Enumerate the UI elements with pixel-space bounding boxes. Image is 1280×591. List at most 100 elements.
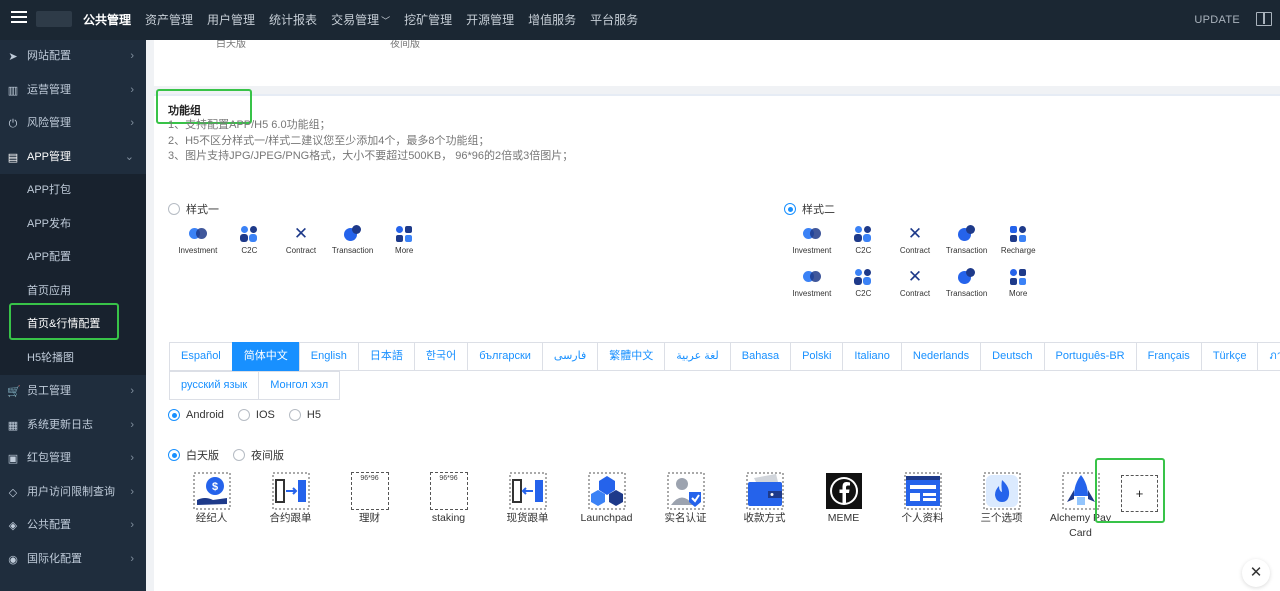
broker-icon[interactable]: $ bbox=[193, 472, 231, 510]
function-item[interactable]: MEME bbox=[804, 472, 883, 541]
sidebar-item[interactable]: ▥ 运营管理 › bbox=[0, 74, 146, 108]
language-tab[interactable]: Монгол хэл bbox=[258, 371, 341, 400]
function-item[interactable]: 三个选项 bbox=[962, 472, 1041, 541]
facebook-icon[interactable] bbox=[825, 472, 863, 510]
preview-item: ✕ Contract bbox=[275, 224, 327, 256]
placeholder-icon[interactable]: 96*96 bbox=[429, 472, 468, 510]
docs-icon[interactable] bbox=[1256, 12, 1272, 26]
language-tab[interactable]: Deutsch bbox=[980, 342, 1045, 371]
language-tab[interactable]: ภาษาไ bbox=[1257, 342, 1280, 371]
language-tab[interactable]: 한국어 bbox=[413, 342, 469, 371]
mode-radio[interactable] bbox=[168, 449, 180, 461]
top-nav-item[interactable]: 增值服务 bbox=[521, 0, 583, 40]
platform-option[interactable]: IOS bbox=[237, 409, 275, 421]
rocket-icon[interactable] bbox=[1062, 472, 1100, 510]
language-tab[interactable]: 日本語 bbox=[357, 342, 415, 371]
sidebar-item[interactable]: ▤ APP管理 ⌄ bbox=[0, 141, 146, 175]
function-item[interactable]: $ 经纪人 bbox=[172, 472, 251, 541]
platform-option[interactable]: H5 bbox=[288, 409, 321, 421]
flame-icon[interactable] bbox=[983, 472, 1021, 510]
mode-option[interactable]: 白天版 bbox=[168, 447, 219, 463]
tag-icon: ◈ bbox=[8, 520, 18, 532]
platform-radio[interactable] bbox=[237, 409, 250, 421]
mode-option[interactable]: 夜间版 bbox=[233, 447, 284, 463]
top-nav-item[interactable]: 平台服务 bbox=[583, 0, 645, 40]
function-item[interactable]: 现货跟单 bbox=[488, 472, 567, 541]
language-tab[interactable]: English bbox=[298, 342, 359, 371]
sidebar-subitem[interactable]: APP配置 bbox=[0, 241, 146, 275]
sidebar-item[interactable]: ➤ 网站配置 › bbox=[0, 40, 146, 74]
language-tab[interactable]: Türkçe bbox=[1200, 342, 1259, 371]
sidebar-item[interactable]: 🛒 员工管理 › bbox=[0, 375, 146, 409]
platform-radio[interactable] bbox=[168, 409, 180, 421]
function-item-label: 三个选项 bbox=[980, 512, 1023, 524]
hamburger-menu-icon[interactable] bbox=[11, 11, 27, 25]
language-tabs: Español 简体中文 English 日本語 한국어 български فارسی 繁體… bbox=[169, 342, 1280, 402]
platform-option[interactable]: Android bbox=[168, 409, 224, 421]
top-nav-item[interactable]: 资产管理 bbox=[138, 0, 200, 40]
language-tab[interactable]: لغة عربية bbox=[664, 342, 731, 371]
close-icon[interactable]: ✕ bbox=[1242, 559, 1270, 587]
verify-icon[interactable] bbox=[667, 472, 705, 510]
language-tab[interactable]: Nederlands bbox=[900, 342, 982, 371]
style-two-option[interactable]: 样式二 bbox=[784, 201, 835, 217]
top-nav-item[interactable]: 统计报表 bbox=[262, 0, 324, 40]
more-icon bbox=[395, 225, 413, 243]
language-tab[interactable]: Bahasa bbox=[729, 342, 792, 371]
function-item[interactable]: 96*96 staking bbox=[409, 472, 488, 541]
profile-icon[interactable] bbox=[904, 472, 942, 510]
top-nav-item[interactable]: 开源管理 bbox=[459, 0, 521, 40]
function-item[interactable]: Launchpad bbox=[567, 472, 646, 541]
language-tab[interactable]: Português-BR bbox=[1043, 342, 1137, 371]
language-tab[interactable]: русский язык bbox=[169, 371, 260, 400]
language-tab[interactable]: български bbox=[467, 342, 543, 371]
sidebar-subitem[interactable]: APP打包 bbox=[0, 174, 146, 208]
sidebar-item[interactable]: ▦ 系统更新日志 › bbox=[0, 409, 146, 443]
note-line: 1、支持配置APP/H5 6.0功能组； bbox=[168, 119, 331, 131]
sidebar-item[interactable]: ◇ 用户访问限制查询 › bbox=[0, 476, 146, 510]
launchpad-icon[interactable] bbox=[588, 472, 626, 510]
language-tab[interactable]: فارسی bbox=[541, 342, 599, 371]
function-item[interactable]: 收款方式 bbox=[725, 472, 804, 541]
style-two-label: 样式二 bbox=[802, 204, 835, 216]
contract-follow-icon[interactable] bbox=[272, 472, 310, 510]
style-one-label: 样式一 bbox=[186, 204, 219, 216]
sidebar-subitem[interactable]: APP发布 bbox=[0, 207, 146, 241]
language-tab[interactable]: 繁體中文 bbox=[597, 342, 666, 371]
style-one-radio[interactable] bbox=[168, 203, 180, 216]
language-tab[interactable]: 简体中文 bbox=[231, 342, 300, 371]
top-nav-item[interactable]: 用户管理 bbox=[200, 0, 262, 40]
update-link[interactable]: UPDATE bbox=[1194, 0, 1240, 40]
top-nav-item[interactable]: 挖矿管理 bbox=[397, 0, 459, 40]
mode-radio[interactable] bbox=[233, 449, 245, 461]
top-bar: 公共管理 资产管理 用户管理 统计报表 交易管理 ﹀ 挖矿管理 开源管理 增值服务 平台服务 UP… bbox=[0, 0, 1280, 40]
contract-icon: ✕ bbox=[293, 224, 309, 243]
function-item[interactable]: 实名认证 bbox=[646, 472, 725, 541]
language-tab[interactable]: Español bbox=[169, 342, 233, 371]
sidebar-item[interactable]: ◉ 国际化配置 › bbox=[0, 543, 146, 577]
sidebar-item[interactable]: ◈ 公共配置 › bbox=[0, 509, 146, 543]
function-item[interactable]: 个人资料 bbox=[883, 472, 962, 541]
platform-radio[interactable] bbox=[288, 409, 301, 421]
top-nav-item[interactable]: 交易管理 ﹀ bbox=[324, 0, 397, 40]
sidebar-item[interactable]: ▣ 红包管理 › bbox=[0, 442, 146, 476]
sidebar-subitem[interactable]: H5轮播图 bbox=[0, 341, 146, 375]
style-one-option[interactable]: 样式一 bbox=[168, 201, 219, 217]
function-item[interactable]: 合约跟单 bbox=[251, 472, 330, 541]
placeholder-icon[interactable]: 96*96 bbox=[350, 472, 389, 510]
preview-item: Investment bbox=[786, 268, 838, 298]
language-tab[interactable]: Polski bbox=[790, 342, 844, 371]
spot-follow-icon[interactable] bbox=[509, 472, 547, 510]
function-item[interactable]: 96*96 理财 bbox=[330, 472, 409, 541]
top-nav-item[interactable]: 公共管理 bbox=[76, 0, 138, 40]
language-tab[interactable]: Français bbox=[1135, 342, 1202, 371]
wallet-icon[interactable] bbox=[746, 472, 784, 510]
language-tab[interactable]: Italiano bbox=[842, 342, 902, 371]
platform-selector: Android IOS H5 bbox=[168, 409, 335, 421]
transaction-icon bbox=[957, 225, 976, 243]
style-two-radio[interactable] bbox=[784, 203, 796, 216]
preview-item-label: More bbox=[1009, 289, 1028, 298]
sidebar-item[interactable]: ⏻ 风险管理 › bbox=[0, 107, 146, 141]
day-version-label-cut: 白天版 bbox=[216, 40, 246, 50]
sidebar-item-label: APP管理 bbox=[27, 150, 72, 163]
